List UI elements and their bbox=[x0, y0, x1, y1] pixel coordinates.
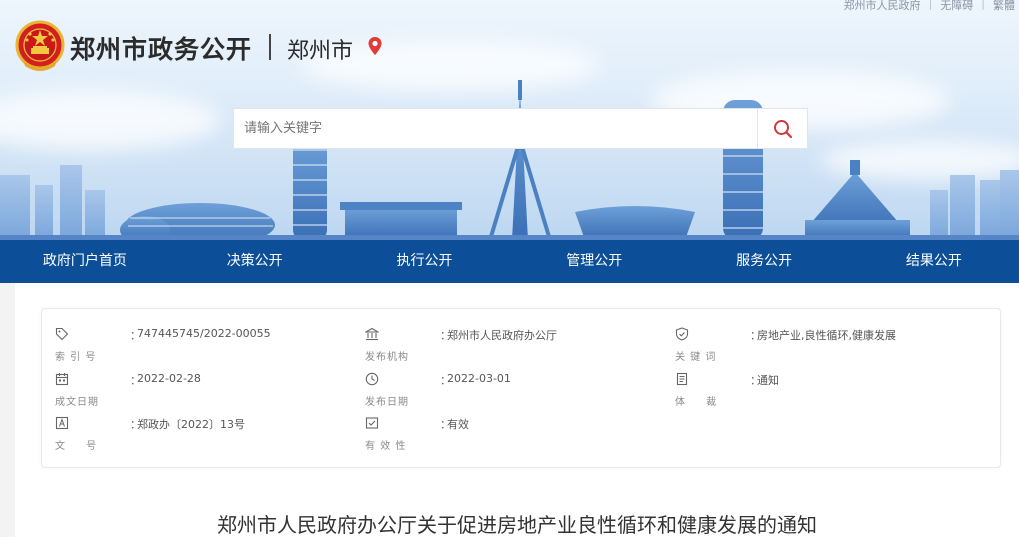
meta-label: 体 裁 bbox=[675, 397, 726, 408]
meta-label: 成文日期 bbox=[55, 397, 99, 408]
top-link-traditional-chinese[interactable]: 繁體 bbox=[993, 0, 1015, 13]
meta-published-date: ： 2022-03-01 发布日期 bbox=[365, 372, 645, 416]
checklist-icon bbox=[365, 417, 379, 429]
search-icon bbox=[773, 119, 792, 138]
document-icon bbox=[676, 372, 688, 386]
header-divider bbox=[269, 34, 271, 60]
meta-label: 发布机构 bbox=[365, 352, 409, 363]
nav-item-service[interactable]: 服务公开 bbox=[679, 240, 849, 283]
search-input[interactable] bbox=[233, 108, 757, 149]
meta-publisher: ： 郑州市人民政府办公厅 发布机构 bbox=[365, 327, 645, 371]
meta-genre: ： 通知 体 裁 bbox=[675, 372, 955, 416]
meta-value: 郑政办〔2022〕13号 bbox=[137, 418, 245, 431]
document-metadata-card: ： 747445745/2022-00055 索 引 号 ： 郑州市人民政府办公… bbox=[41, 308, 1001, 468]
location-pin-icon[interactable] bbox=[367, 36, 383, 56]
site-title[interactable]: 郑州市政务公开 bbox=[70, 30, 252, 66]
clock-icon bbox=[365, 372, 379, 386]
meta-doc-number: ： 郑政办〔2022〕13号 文 号 bbox=[55, 416, 335, 460]
header-banner: 郑州市人民政府 | 无障碍 | 繁體 郑州市政务公开 郑州市 bbox=[0, 0, 1019, 240]
meta-keywords: ： 房地产业,良性循环,健康发展 关 键 词 bbox=[675, 327, 955, 371]
tag-icon bbox=[55, 327, 69, 341]
nav-item-management[interactable]: 管理公开 bbox=[509, 240, 679, 283]
city-name: 郑州市 bbox=[287, 39, 354, 64]
top-link-government[interactable]: 郑州市人民政府 bbox=[844, 0, 921, 13]
separator: | bbox=[981, 0, 985, 10]
meta-label: 索 引 号 bbox=[55, 352, 97, 363]
meta-value: 747445745/2022-00055 bbox=[137, 327, 271, 340]
meta-value: 2022-02-28 bbox=[137, 372, 201, 385]
meta-value: 郑州市人民政府办公厅 bbox=[447, 329, 557, 342]
meta-label: 文 号 bbox=[55, 441, 106, 452]
meta-value: 2022-03-01 bbox=[447, 372, 511, 385]
nav-item-decision[interactable]: 决策公开 bbox=[170, 240, 340, 283]
meta-value: 通知 bbox=[757, 374, 779, 387]
shield-icon bbox=[675, 327, 689, 341]
meta-value: 房地产业,良性循环,健康发展 bbox=[757, 329, 896, 342]
calendar-icon bbox=[55, 373, 69, 386]
top-links: 郑州市人民政府 | 无障碍 | 繁體 bbox=[844, 0, 1015, 13]
city-skyline-illustration bbox=[0, 80, 1019, 240]
meta-label: 发布日期 bbox=[365, 397, 409, 408]
institution-icon bbox=[365, 327, 379, 341]
meta-validity: ： 有效 有 效 性 bbox=[365, 416, 645, 460]
content-panel: ： 747445745/2022-00055 索 引 号 ： 郑州市人民政府办公… bbox=[15, 283, 1019, 537]
nav-item-execution[interactable]: 执行公开 bbox=[340, 240, 510, 283]
national-emblem-logo bbox=[15, 20, 65, 71]
main-nav: 政府门户首页 决策公开 执行公开 管理公开 服务公开 结果公开 bbox=[0, 240, 1019, 283]
document-title: 郑州市人民政府办公厅关于促进房地产业良性循环和健康发展的通知 bbox=[217, 513, 817, 537]
nav-item-home[interactable]: 政府门户首页 bbox=[0, 240, 170, 283]
top-link-accessibility[interactable]: 无障碍 bbox=[940, 0, 973, 13]
meta-created-date: ： 2022-02-28 成文日期 bbox=[55, 372, 335, 416]
meta-index-no: ： 747445745/2022-00055 索 引 号 bbox=[55, 327, 335, 371]
search-button[interactable] bbox=[757, 108, 808, 149]
meta-label: 关 键 词 bbox=[675, 352, 717, 363]
separator: | bbox=[928, 0, 933, 10]
meta-label: 有 效 性 bbox=[365, 441, 407, 452]
nav-item-result[interactable]: 结果公开 bbox=[849, 240, 1019, 283]
text-icon bbox=[55, 416, 69, 430]
meta-value: 有效 bbox=[447, 418, 469, 431]
